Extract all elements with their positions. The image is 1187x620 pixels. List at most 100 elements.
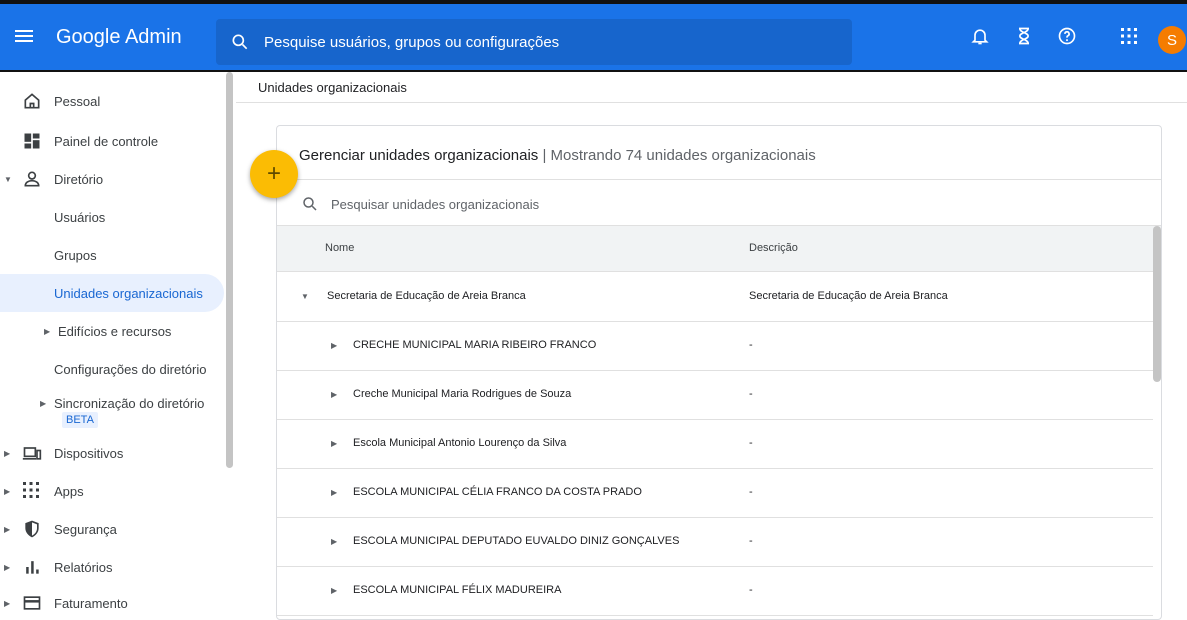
table-row[interactable]: ▶ ESCOLA MUNICIPAL FÉLIX MADUREIRA - (277, 567, 1153, 616)
global-search-bar[interactable]: Pesquise usuários, grupos ou configuraçõ… (216, 19, 852, 65)
sidebar-item-label: Painel de controle (54, 133, 159, 149)
caret-right-icon[interactable]: ▶ (331, 439, 337, 448)
sidebar-item-label: Grupos (54, 247, 97, 263)
apps-icon (22, 481, 42, 501)
column-header-description[interactable]: Descrição (749, 242, 798, 254)
column-header-name[interactable]: Nome (325, 242, 354, 254)
sidebar-item-dispositivos[interactable]: ▶ Dispositivos (0, 434, 224, 472)
row-name: ESCOLA MUNICIPAL CÉLIA FRANCO DA COSTA P… (353, 486, 642, 498)
sidebar-item-usuarios[interactable]: Usuários (0, 198, 224, 236)
sidebar-item-faturamento[interactable]: ▶ Faturamento (0, 584, 224, 620)
caret-right-icon: ▶ (44, 326, 51, 336)
sidebar-item-painel[interactable]: Painel de controle (0, 122, 224, 160)
caret-right-icon[interactable]: ▶ (331, 537, 337, 546)
caret-right-icon[interactable]: ▶ (331, 586, 337, 595)
menu-icon[interactable] (12, 24, 36, 48)
row-description: - (749, 535, 753, 547)
sidebar-item-sincronizacao[interactable]: ▶ Sincronização do diretório (0, 384, 224, 422)
sidebar-item-label: Segurança (54, 521, 117, 537)
top-app-bar: Google Admin Pesquise usuários, grupos o… (0, 0, 1187, 72)
table-row[interactable]: ▶ Creche Municipal Maria Rodrigues de So… (277, 371, 1153, 420)
table-row[interactable]: ▶ ESCOLA MUNICIPAL CÉLIA FRANCO DA COSTA… (277, 469, 1153, 518)
row-description: - (749, 339, 753, 351)
sidebar-item-label: Faturamento (54, 595, 128, 611)
hourglass-icon[interactable] (1012, 24, 1036, 48)
dashboard-icon (22, 131, 42, 151)
sidebar-item-grupos[interactable]: Grupos (0, 236, 224, 274)
sidebar-item-unidades[interactable]: Unidades organizacionais (0, 274, 224, 312)
sidebar-item-label: Pessoal (54, 93, 101, 109)
devices-icon (22, 443, 42, 463)
sidebar-item-edificios[interactable]: ▶ Edifícios e recursos (0, 312, 224, 350)
search-icon (230, 32, 250, 52)
beta-badge: BETA (62, 412, 98, 428)
sidebar-item-pessoal[interactable]: Pessoal (0, 82, 224, 120)
caret-down-icon: ▼ (4, 174, 12, 184)
sidebar-scrollbar[interactable] (226, 72, 233, 468)
caret-right-icon: ▶ (4, 598, 11, 608)
table-row[interactable]: ▶ Escola Municipal Antonio Lourenço da S… (277, 420, 1153, 469)
sidebar-item-label: Dispositivos (54, 445, 124, 461)
sidebar-item-label: Sincronização do diretório (54, 395, 205, 411)
caret-right-icon[interactable]: ▶ (331, 390, 337, 399)
sidebar-item-label: Configurações do diretório (54, 361, 207, 377)
sidebar-item-relatorios[interactable]: ▶ Relatórios (0, 548, 224, 586)
table-header: Nome Descrição (277, 225, 1161, 272)
caret-right-icon: ▶ (4, 524, 11, 534)
sidebar-item-seguranca[interactable]: ▶ Segurança (0, 510, 224, 548)
caret-right-icon: ▶ (4, 562, 11, 572)
row-name: CRECHE MUNICIPAL MARIA RIBEIRO FRANCO (353, 339, 597, 351)
table-row[interactable]: ▼ Secretaria de Educação de Areia Branca… (277, 273, 1153, 322)
sidebar-item-label: Diretório (54, 171, 104, 187)
bell-icon[interactable] (968, 24, 992, 48)
org-search-input[interactable]: Pesquisar unidades organizacionais (331, 197, 539, 212)
row-name: ESCOLA MUNICIPAL DEPUTADO EUVALDO DINIZ … (353, 535, 680, 547)
card-subtitle: | Mostrando 74 unidades organizacionais (542, 147, 816, 164)
row-description: - (749, 486, 753, 498)
org-units-card: Gerenciar unidades organizacionais | Mos… (276, 125, 1162, 620)
breadcrumb-divider (236, 102, 1187, 103)
row-name: Creche Municipal Maria Rodrigues de Souz… (353, 388, 572, 400)
brand-logo[interactable]: Google Admin (56, 26, 182, 49)
help-icon[interactable] (1055, 24, 1079, 48)
row-description: - (749, 584, 753, 596)
sidebar-item-config-diretorio[interactable]: Configurações do diretório (0, 350, 224, 388)
card-title-text: Gerenciar unidades organizacionais (299, 147, 539, 164)
caret-right-icon: ▶ (40, 398, 47, 408)
sidebar-nav: Pessoal Painel de controle ▼ Diretório U… (0, 72, 236, 620)
home-icon (22, 91, 42, 111)
global-search-input[interactable]: Pesquise usuários, grupos ou configuraçõ… (264, 34, 559, 51)
table-row[interactable]: ▶ ESCOLA MUNICIPAL DEPUTADO EUVALDO DINI… (277, 518, 1153, 567)
row-name: Escola Municipal Antonio Lourenço da Sil… (353, 437, 567, 449)
table-row[interactable]: ▶ CRECHE MUNICIPAL MARIA RIBEIRO FRANCO … (277, 322, 1153, 371)
card-title: Gerenciar unidades organizacionais | Mos… (299, 147, 816, 164)
breadcrumb[interactable]: Unidades organizacionais (258, 80, 407, 95)
shield-icon (22, 519, 42, 539)
sidebar-item-label: Relatórios (54, 559, 113, 575)
sidebar-item-label: Edifícios e recursos (58, 323, 172, 339)
credit-card-icon (22, 593, 42, 613)
apps-grid-icon[interactable] (1117, 24, 1141, 48)
row-name: ESCOLA MUNICIPAL FÉLIX MADUREIRA (353, 584, 562, 596)
sidebar-item-label: Unidades organizacionais (54, 285, 203, 301)
person-icon (22, 169, 42, 189)
row-description: Secretaria de Educação de Areia Branca (749, 290, 948, 302)
caret-right-icon: ▶ (4, 486, 11, 496)
avatar[interactable]: S (1158, 26, 1186, 54)
caret-down-icon[interactable]: ▼ (301, 292, 309, 301)
sidebar-item-diretorio[interactable]: ▼ Diretório (0, 160, 224, 198)
bar-chart-icon (22, 557, 42, 577)
sidebar-item-label: Apps (54, 483, 84, 499)
row-description: - (749, 437, 753, 449)
caret-right-icon[interactable]: ▶ (331, 488, 337, 497)
search-icon (301, 195, 319, 213)
plus-icon: + (266, 160, 281, 187)
table-scrollbar[interactable] (1153, 226, 1161, 382)
sidebar-item-apps[interactable]: ▶ Apps (0, 472, 224, 510)
caret-right-icon: ▶ (4, 448, 11, 458)
row-name: Secretaria de Educação de Areia Branca (327, 290, 526, 302)
main-content: Unidades organizacionais Gerenciar unida… (236, 72, 1187, 620)
add-org-unit-button[interactable]: + (250, 150, 298, 198)
caret-right-icon[interactable]: ▶ (331, 341, 337, 350)
row-description: - (749, 388, 753, 400)
